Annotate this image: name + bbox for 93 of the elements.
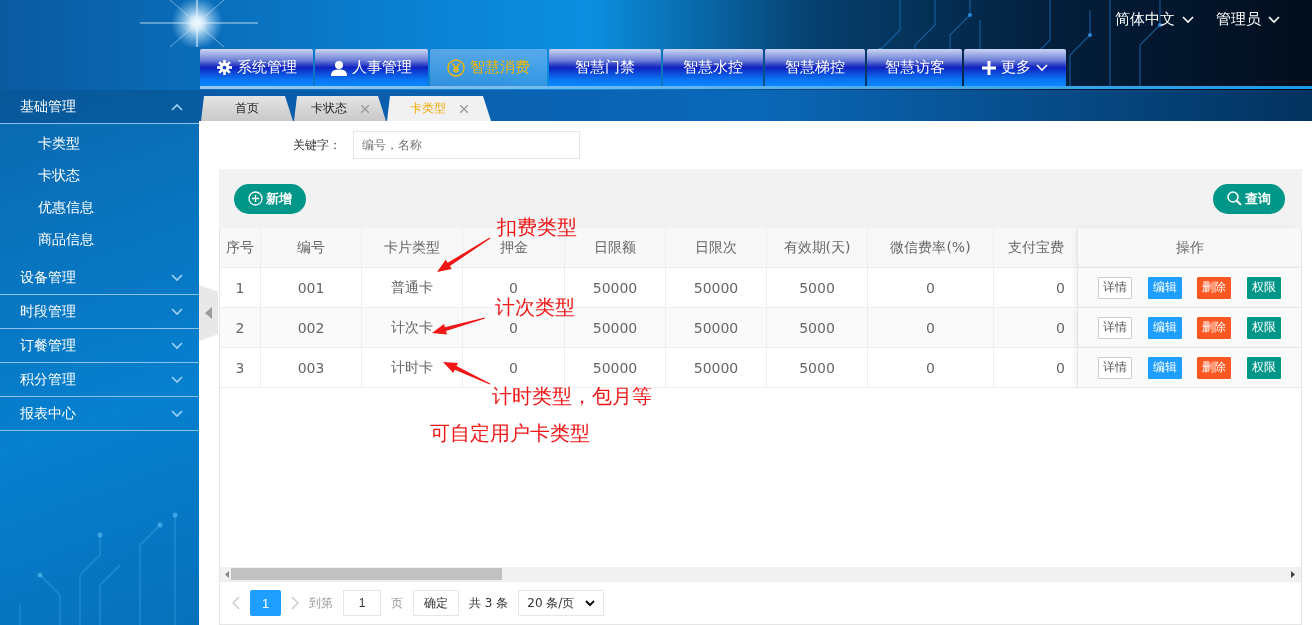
table-cell: 2 bbox=[220, 308, 261, 347]
sidebar-group[interactable]: 报表中心 bbox=[0, 397, 199, 431]
table-cell: 003 bbox=[261, 348, 362, 387]
edit-button[interactable]: 编辑 bbox=[1147, 356, 1182, 379]
chevron-down-icon bbox=[171, 409, 183, 418]
column-header: 微信费率(%) bbox=[868, 228, 994, 267]
column-header: 序号 bbox=[220, 228, 261, 267]
nav-tab[interactable]: 系统管理 bbox=[200, 49, 313, 86]
page-button[interactable]: 1 bbox=[250, 590, 281, 616]
edit-button[interactable]: 编辑 bbox=[1147, 316, 1182, 339]
edit-button[interactable]: 编辑 bbox=[1147, 276, 1182, 299]
column-header: 支付宝费 bbox=[994, 228, 1078, 267]
user-menu[interactable]: 管理员 bbox=[1216, 10, 1280, 29]
chevron-down-icon bbox=[1182, 15, 1194, 24]
table-cell: 0 bbox=[868, 268, 994, 307]
search-field[interactable]: 编号，名称 bbox=[353, 131, 580, 159]
sidebar-item[interactable]: 商品信息 bbox=[0, 224, 199, 256]
details-button[interactable]: 详情 bbox=[1097, 316, 1132, 339]
page-size-select[interactable]: 20 条/页 bbox=[518, 590, 605, 616]
delete-button[interactable]: 删除 bbox=[1197, 356, 1232, 379]
chevron-down-icon bbox=[1036, 63, 1048, 72]
user-icon bbox=[331, 59, 347, 76]
column-header: 编号 bbox=[261, 228, 362, 267]
triangle-left-icon bbox=[205, 307, 212, 319]
nav-tab[interactable]: 智慧门禁 bbox=[549, 49, 661, 86]
chevron-down-icon bbox=[171, 307, 183, 316]
table-cell: 50000 bbox=[666, 348, 767, 387]
language-menu[interactable]: 简体中文 bbox=[1115, 10, 1194, 29]
table-cell: 001 bbox=[261, 268, 362, 307]
horizontal-scrollbar[interactable] bbox=[220, 567, 1301, 581]
sidebar-item[interactable]: 卡类型 bbox=[0, 128, 199, 160]
goto-label: 到第 bbox=[309, 594, 333, 612]
table-cell: 5000 bbox=[767, 308, 868, 347]
close-icon[interactable] bbox=[460, 104, 468, 113]
nav-tab[interactable]: 更多 bbox=[964, 49, 1066, 86]
nav-tab[interactable]: 智慧水控 bbox=[663, 49, 763, 86]
chevron-up-icon bbox=[171, 102, 183, 111]
close-icon[interactable] bbox=[361, 104, 369, 113]
nav-tab[interactable]: 智慧梯控 bbox=[765, 49, 865, 86]
page-tab[interactable]: 卡状态 bbox=[294, 96, 386, 121]
triangle-right-icon bbox=[1291, 570, 1295, 578]
annotation-text: 计时类型，包月等 bbox=[492, 386, 652, 406]
search-icon bbox=[1227, 191, 1242, 206]
column-header: 有效期(天) bbox=[767, 228, 868, 267]
chevron-down-icon bbox=[1268, 15, 1280, 24]
table-cell: 0 bbox=[868, 308, 994, 347]
sidebar-item[interactable]: 卡状态 bbox=[0, 160, 199, 192]
table-cell: 1 bbox=[220, 268, 261, 307]
chevron-down-icon bbox=[585, 599, 596, 607]
permission-button[interactable]: 权限 bbox=[1247, 316, 1282, 339]
chevron-left-icon[interactable] bbox=[232, 596, 240, 610]
table-cell: 50000 bbox=[565, 348, 666, 387]
sidebar-group[interactable]: 订餐管理 bbox=[0, 329, 199, 363]
chevron-right-icon[interactable] bbox=[291, 596, 299, 610]
chevron-down-icon bbox=[171, 341, 183, 350]
table-cell: 5000 bbox=[767, 268, 868, 307]
query-button[interactable]: 查询 bbox=[1213, 183, 1285, 214]
details-button[interactable]: 详情 bbox=[1097, 276, 1132, 299]
details-button[interactable]: 详情 bbox=[1097, 356, 1132, 379]
nav-tab[interactable]: 人事管理 bbox=[315, 49, 428, 86]
delete-button[interactable]: 删除 bbox=[1197, 316, 1232, 339]
page-input[interactable]: 1 bbox=[343, 590, 381, 616]
add-button[interactable]: 新增 bbox=[234, 183, 306, 214]
page-tab[interactable]: 首页 bbox=[201, 96, 293, 121]
triangle-left-icon bbox=[225, 570, 229, 578]
column-header: 日限次 bbox=[666, 228, 767, 267]
table-cell: 3 bbox=[220, 348, 261, 387]
table-cell: 002 bbox=[261, 308, 362, 347]
confirm-button[interactable]: 确定 bbox=[413, 590, 459, 616]
sidebar-item[interactable]: 优惠信息 bbox=[0, 192, 199, 224]
delete-button[interactable]: 删除 bbox=[1197, 276, 1232, 299]
field-label: 关键字： bbox=[293, 136, 341, 154]
collapse-handle[interactable] bbox=[199, 285, 218, 341]
permission-button[interactable]: 权限 bbox=[1247, 276, 1282, 299]
table-cell: 0 bbox=[868, 348, 994, 387]
plus-icon bbox=[982, 60, 996, 75]
permission-button[interactable]: 权限 bbox=[1247, 356, 1282, 379]
page-unit-label: 页 bbox=[391, 594, 403, 612]
sidebar-group[interactable]: 设备管理 bbox=[0, 261, 199, 295]
sidebar-group[interactable]: 基础管理 bbox=[0, 90, 199, 124]
total-count: 共 3 条 bbox=[469, 594, 509, 612]
chevron-down-icon bbox=[171, 375, 183, 384]
column-header: 操作 bbox=[1078, 228, 1301, 267]
settings-icon bbox=[216, 60, 232, 75]
table-cell: 50000 bbox=[666, 308, 767, 347]
nav-tab[interactable]: 智慧访客 bbox=[867, 49, 962, 86]
annotation-text: 可自定用户卡类型 bbox=[430, 423, 590, 443]
chevron-down-icon bbox=[171, 273, 183, 282]
table-cell: 5000 bbox=[767, 348, 868, 387]
yen-icon bbox=[447, 58, 465, 77]
table-cell: 50000 bbox=[666, 268, 767, 307]
sidebar-group[interactable]: 积分管理 bbox=[0, 363, 199, 397]
add-circle-icon bbox=[248, 191, 263, 206]
